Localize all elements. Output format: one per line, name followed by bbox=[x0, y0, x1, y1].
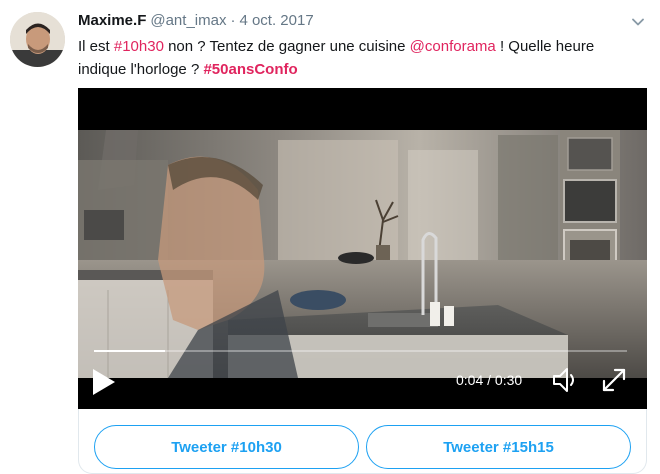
avatar[interactable] bbox=[10, 12, 65, 67]
separator-dot: · bbox=[230, 12, 236, 29]
tweet-text: Il est #10h30 non ? Tentez de gagner une… bbox=[78, 35, 638, 81]
current-time: 0:04 bbox=[456, 372, 484, 388]
time-separator: / bbox=[483, 372, 495, 388]
tweet-15h15-button[interactable]: Tweeter #15h15 bbox=[366, 425, 631, 469]
progress-bar[interactable] bbox=[94, 350, 627, 352]
video-time: 0:04 / 0:30 bbox=[456, 372, 522, 388]
display-name[interactable]: Maxime.F bbox=[78, 12, 146, 29]
tweet-text-part: Il est bbox=[78, 38, 114, 55]
tweet-text-part: non ? Tentez de gagner une cuisine bbox=[163, 38, 410, 55]
fullscreen-icon[interactable] bbox=[601, 367, 627, 393]
tweet-10h30-button[interactable]: Tweeter #10h30 bbox=[94, 425, 359, 469]
user-handle[interactable]: @ant_imax bbox=[150, 12, 226, 29]
video-player[interactable] bbox=[78, 88, 647, 409]
hashtag-link[interactable]: #50ansConfo bbox=[203, 61, 297, 78]
progress-fill bbox=[94, 350, 165, 352]
chevron-down-icon[interactable] bbox=[630, 14, 646, 30]
duration: 0:30 bbox=[494, 372, 523, 388]
hashtag-link[interactable]: #10h30 bbox=[114, 38, 164, 55]
tweet-date[interactable]: 4 oct. 2017 bbox=[239, 12, 313, 29]
play-icon[interactable] bbox=[90, 367, 118, 397]
video-frame bbox=[78, 130, 647, 378]
tweet-header: Maxime.F @ant_imax · 4 oct. 2017 bbox=[78, 12, 314, 32]
volume-icon[interactable] bbox=[551, 366, 579, 394]
mention-link[interactable]: @conforama bbox=[410, 38, 496, 55]
